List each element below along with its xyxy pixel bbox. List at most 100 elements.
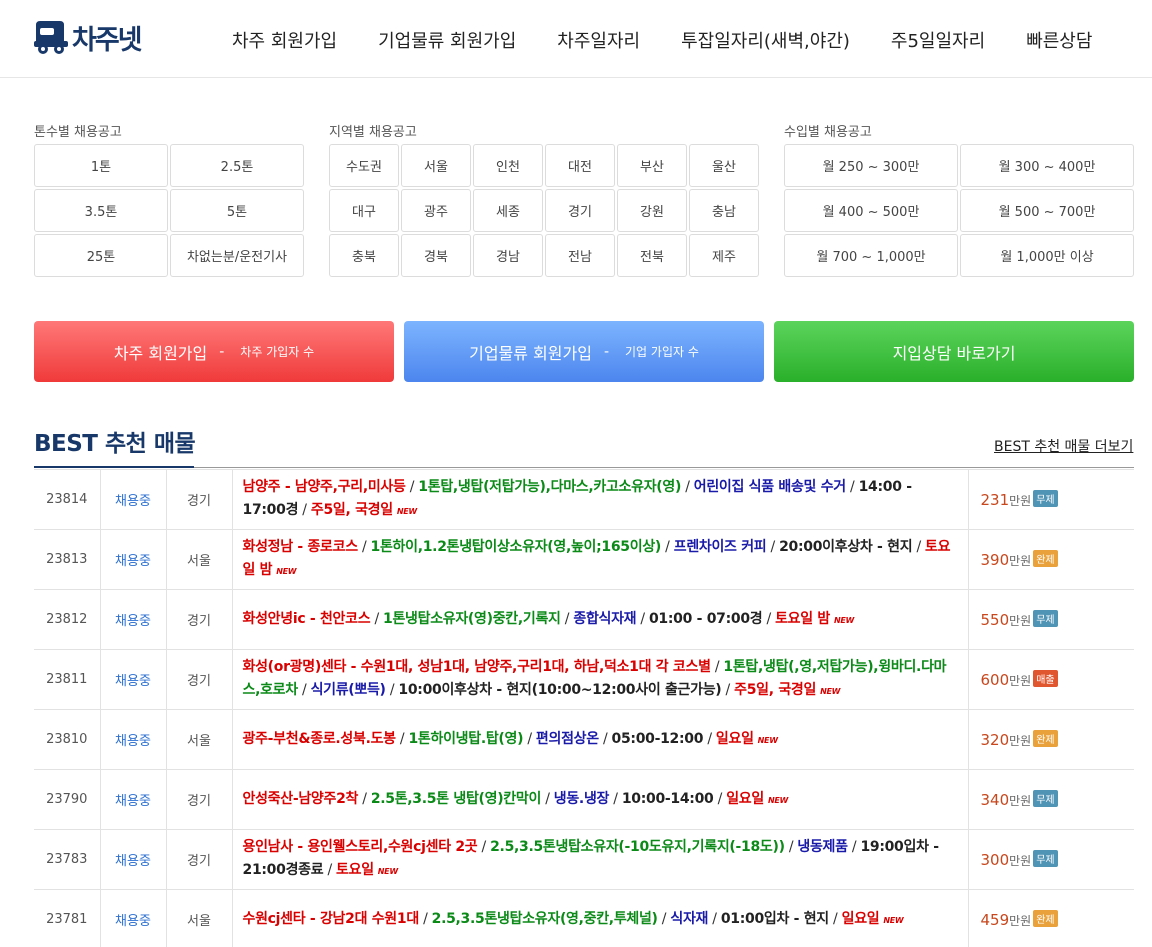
region-filter-item[interactable]: 경북 (401, 234, 471, 277)
region-filter-item[interactable]: 경남 (473, 234, 543, 277)
listing-status: 채용중 (99, 889, 167, 947)
listing-route: 광주-부천&종로.성북.도봉 (242, 730, 397, 747)
pay-unit: 만원 (1009, 914, 1032, 928)
pay-unit: 만원 (1009, 494, 1032, 508)
tonnage-filter-item[interactable]: 5톤 (170, 189, 304, 232)
table-row[interactable]: 23813 채용중 서울 화성정남 - 종로코스 / 1톤하이,1.2톤냉탑이상소유자… (34, 529, 1134, 590)
tonnage-filter-item[interactable]: 3.5톤 (34, 189, 168, 232)
listing-time: 10:00이후상차 - 현지(10:00~12:00사이 출근가능) (398, 682, 722, 698)
company-signup-button[interactable]: 기업물류 회원가입 - 기업 가입자 수 (404, 321, 764, 382)
listing-route: 용인남사 - 용인웰스토리,수원cj센타 2곳 (242, 839, 478, 855)
listing-status: 채용중 (99, 769, 167, 830)
income-filter-item[interactable]: 월 1,000만 이상 (960, 234, 1134, 277)
nav-side-jobs[interactable]: 투잡일자리(새벽,야간) (681, 27, 850, 53)
tonnage-filter-item[interactable]: 2.5톤 (170, 144, 304, 187)
listing-description[interactable]: 화성정남 - 종로코스 / 1톤하이,1.2톤냉탑이상소유자(영,높이;165이… (231, 529, 969, 590)
listing-description[interactable]: 안성죽산-남양주2착 / 2.5톤,3.5톤 냉탑(영)칸막이 / 냉동.냉장 … (231, 769, 969, 830)
listing-pay: 340 (980, 791, 1010, 809)
listing-description[interactable]: 화성안녕ic - 천안코스 / 1톤냉탑소유자(영)중칸,기록지 / 종합식자재… (231, 589, 969, 650)
region-filter-item[interactable]: 충남 (689, 189, 759, 232)
tonnage-filter-item[interactable]: 25톤 (34, 234, 168, 277)
listing-description[interactable]: 화성(or광명)센타 - 수원1대, 성남1대, 남양주,구리1대, 하남,덕소… (231, 649, 969, 710)
region-label: 지역별 채용공고 (329, 125, 417, 140)
pay-type-badge: 무제 (1033, 490, 1058, 507)
listing-route: 수원cj센타 - 강남2대 수원1대 (242, 910, 420, 927)
table-row[interactable]: 23812 채용중 경기 화성안녕ic - 천안코스 / 1톤냉탑소유자(영)중칸,기… (34, 589, 1134, 650)
income-filter-item[interactable]: 월 500 ~ 700만 (960, 189, 1134, 232)
best-more-link[interactable]: BEST 추천 매물 더보기 (994, 436, 1133, 456)
listing-vehicle: 2.5톤,3.5톤 냉탑(영)칸막이 (370, 790, 542, 807)
region-filter-item[interactable]: 대구 (329, 189, 399, 232)
listing-pay-cell: 600만원 매출 (967, 649, 1134, 710)
new-tag: NEW (767, 795, 789, 805)
table-row[interactable]: 23783 채용중 경기 용인남사 - 용인웰스토리,수원cj센타 2곳 / 2.5,… (34, 829, 1134, 890)
table-row[interactable]: 23810 채용중 서울 광주-부천&종로.성북.도봉 / 1톤하이냉탑.탑(영) /… (34, 709, 1134, 770)
listing-pay-cell: 390만원 완제 (967, 529, 1134, 590)
region-filter-item[interactable]: 세종 (473, 189, 543, 232)
table-row[interactable]: 23811 채용중 경기 화성(or광명)센타 - 수원1대, 성남1대, 남양주,구… (34, 649, 1134, 710)
consult-button[interactable]: 지입상담 바로가기 (774, 321, 1134, 382)
region-filter-item[interactable]: 수도권 (329, 144, 399, 187)
tonnage-filter-item[interactable]: 1톤 (34, 144, 168, 187)
income-filter-item[interactable]: 월 300 ~ 400만 (960, 144, 1134, 187)
listing-id: 23812 (34, 589, 101, 650)
listing-pay: 390 (980, 551, 1010, 569)
income-filter-item[interactable]: 월 700 ~ 1,000만 (784, 234, 958, 277)
listing-time: 20:00이후상차 - 현지 (779, 539, 913, 555)
listing-id: 23783 (34, 829, 101, 890)
listing-route: 화성안녕ic - 천안코스 (242, 610, 371, 627)
listing-vehicle: 1톤하이냉탑.탑(영) (408, 730, 524, 747)
listing-goods: 프렌차이즈 커피 (673, 539, 767, 555)
driver-count-label: 차주 가입자 수 (240, 345, 315, 359)
table-row[interactable]: 23814 채용중 경기 남양주 - 남양주,구리,미사등 / 1톤탑,냉탑(저탑가능… (34, 469, 1134, 530)
listing-days: 일요일 (841, 910, 880, 927)
region-filter-item[interactable]: 인천 (473, 144, 543, 187)
pay-unit: 만원 (1009, 734, 1032, 748)
region-filter-item[interactable]: 충북 (329, 234, 399, 277)
table-row[interactable]: 23790 채용중 경기 안성죽산-남양주2착 / 2.5톤,3.5톤 냉탑(영)칸막… (34, 769, 1134, 830)
region-filter-item[interactable]: 제주 (689, 234, 759, 277)
new-tag: NEW (883, 915, 904, 925)
region-filter-item[interactable]: 전북 (617, 234, 687, 277)
tonnage-filter-item[interactable]: 차없는분/운전기사 (170, 234, 304, 277)
nav-company-signup[interactable]: 기업물류 회원가입 (378, 27, 516, 53)
nav-driver-signup[interactable]: 차주 회원가입 (232, 27, 337, 53)
listing-pay-cell: 459만원 완제 (967, 889, 1134, 947)
pay-type-badge: 매출 (1033, 670, 1058, 687)
region-filter-grid: 수도권 서울 인천 대전 부산 울산 대구 광주 세종 경기 강원 충남 충북 … (329, 144, 759, 277)
nav-driver-jobs[interactable]: 차주일자리 (557, 27, 640, 53)
driver-signup-button[interactable]: 차주 회원가입 - 차주 가입자 수 (34, 321, 394, 382)
table-row[interactable]: 23781 채용중 서울 수원cj센타 - 강남2대 수원1대 / 2.5,3.5톤냉… (34, 889, 1134, 947)
best-listings-table: 23814 채용중 경기 남양주 - 남양주,구리,미사등 / 1톤탑,냉탑(저탑가능… (34, 469, 1134, 947)
region-filter-item[interactable]: 대전 (545, 144, 615, 187)
pay-type-badge: 무제 (1033, 790, 1058, 807)
listing-region: 경기 (165, 829, 233, 890)
nav-weekday-jobs[interactable]: 주5일일자리 (891, 27, 985, 53)
listing-description[interactable]: 수원cj센타 - 강남2대 수원1대 / 2.5,3.5톤냉탑소유자(영,중칸,… (231, 889, 969, 947)
listing-pay: 231 (980, 491, 1010, 509)
region-filter-item[interactable]: 부산 (617, 144, 687, 187)
region-filter-item[interactable]: 서울 (401, 144, 471, 187)
listing-days: 일요일 (715, 730, 754, 747)
listing-pay-cell: 320만원 완제 (967, 709, 1134, 770)
region-filter-item[interactable]: 광주 (401, 189, 471, 232)
listing-description[interactable]: 남양주 - 남양주,구리,미사등 / 1톤탑,냉탑(저탑가능),다마스,카고소유… (231, 469, 969, 530)
income-filter-item[interactable]: 월 400 ~ 500만 (784, 189, 958, 232)
listing-goods: 종합식자재 (573, 610, 637, 627)
listing-pay: 320 (980, 731, 1010, 749)
region-filter-item[interactable]: 울산 (689, 144, 759, 187)
listing-pay: 459 (980, 911, 1010, 929)
nav-quick-consult[interactable]: 빠른상담 (1026, 27, 1092, 53)
income-filter-item[interactable]: 월 250 ~ 300만 (784, 144, 958, 187)
region-filter-item[interactable]: 강원 (617, 189, 687, 232)
pay-unit: 만원 (1009, 674, 1032, 688)
listing-description[interactable]: 광주-부천&종로.성북.도봉 / 1톤하이냉탑.탑(영) / 편의점상온 / 0… (231, 709, 969, 770)
listing-goods: 식기류(뽀득) (310, 682, 386, 698)
region-filter-item[interactable]: 경기 (545, 189, 615, 232)
listing-id: 23790 (34, 769, 101, 830)
region-filter-item[interactable]: 전남 (545, 234, 615, 277)
logo[interactable]: 차주넷 (34, 18, 143, 57)
listing-description[interactable]: 용인남사 - 용인웰스토리,수원cj센타 2곳 / 2.5,3.5톤냉탑소유자(… (231, 829, 969, 890)
listing-time: 10:00-14:00 (621, 790, 714, 807)
tonnage-filter-grid: 1톤 2.5톤 3.5톤 5톤 25톤 차없는분/운전기사 (34, 144, 304, 277)
